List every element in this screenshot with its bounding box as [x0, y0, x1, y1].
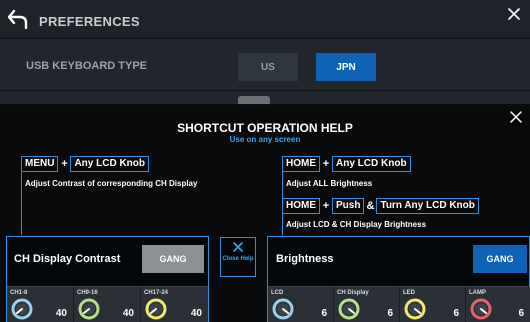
knob-ch9-16[interactable]: CH9-16 40 — [74, 287, 141, 322]
knob-icon — [404, 298, 426, 320]
shortcut-menu-knob: MENU + Any LCD Knob — [21, 156, 149, 172]
close-help-button[interactable]: Close Help — [220, 237, 256, 277]
knob-ch1-8[interactable]: CH1-8 40 — [7, 287, 74, 322]
push-key: Push — [332, 198, 365, 214]
knob-icon — [11, 298, 33, 320]
shortcut-bracket-left — [21, 164, 22, 235]
any-lcd-knob-key: Any LCD Knob — [70, 156, 149, 172]
knob-label: LED — [403, 290, 415, 296]
knob-label: CH17-24 — [144, 290, 169, 296]
back-arrow-icon[interactable] — [6, 6, 32, 32]
home-key: HOME — [282, 198, 320, 214]
ch-display-contrast-title: CH Display Contrast — [14, 253, 121, 265]
ampersand-sign: & — [366, 200, 375, 212]
knob-ch17-24[interactable]: CH17-24 40 — [141, 287, 208, 322]
brightness-knob-strip: LCD 6 CH Display 6 LED 6 LAMP 6 — [268, 286, 530, 322]
preferences-header: PREFERENCES — [0, 0, 530, 38]
knob-lcd[interactable]: LCD 6 — [268, 287, 334, 322]
home-key: HOME — [282, 156, 320, 172]
plus-sign: + — [322, 200, 330, 212]
knob-value: 40 — [190, 308, 202, 319]
turn-any-lcd-knob-key: Turn Any LCD Knob — [376, 198, 479, 214]
help-title: SHORTCUT OPERATION HELP — [177, 121, 353, 135]
knob-icon — [145, 298, 167, 320]
contrast-gang-button[interactable]: GANG — [142, 245, 204, 273]
page-title: PREFERENCES — [39, 14, 140, 29]
knob-label: CH9-16 — [77, 290, 98, 296]
knob-lamp[interactable]: LAMP 6 — [466, 287, 530, 322]
knob-value: 6 — [518, 308, 524, 319]
keyboard-option-jpn[interactable]: JPN — [316, 53, 376, 81]
menu-key: MENU — [21, 156, 59, 172]
knob-ch-display[interactable]: CH Display 6 — [334, 287, 400, 322]
close-help-label: Close Help — [222, 256, 254, 262]
shortcut-home-knob: HOME + Any LCD Knob — [282, 156, 411, 172]
shortcut-home-knob-desc: Adjust ALL Brightness — [286, 179, 373, 188]
knob-icon — [272, 298, 294, 320]
shortcut-menu-knob-desc: Adjust Contrast of corresponding CH Disp… — [25, 179, 198, 188]
usb-keyboard-type-row: USB KEYBOARD TYPE US JPN — [0, 38, 530, 90]
knob-value: 6 — [387, 308, 393, 319]
knob-label: LAMP — [469, 290, 486, 296]
brightness-gang-button[interactable]: GANG — [473, 245, 527, 273]
keyboard-option-us[interactable]: US — [238, 53, 298, 81]
knob-value: 40 — [55, 308, 67, 319]
knob-icon — [78, 298, 100, 320]
close-icon — [233, 242, 243, 252]
knob-value: 6 — [453, 308, 459, 319]
knob-icon — [470, 298, 492, 320]
knob-icon — [338, 298, 360, 320]
plus-sign: + — [322, 158, 330, 170]
shortcut-home-push-turn-desc: Adjust LCD & CH Display Brightness — [286, 220, 427, 229]
usb-keyboard-type-label: USB KEYBOARD TYPE — [26, 60, 148, 72]
knob-led[interactable]: LED 6 — [400, 287, 466, 322]
knob-label: CH Display — [337, 290, 369, 296]
knob-value: 40 — [122, 308, 134, 319]
contrast-knob-strip: CH1-8 40 CH9-16 40 CH17-24 40 — [7, 286, 208, 322]
close-preferences-icon[interactable] — [504, 4, 524, 24]
knob-label: LCD — [271, 290, 284, 296]
knob-value: 6 — [321, 308, 327, 319]
brightness-title: Brightness — [276, 253, 334, 265]
plus-sign: + — [61, 158, 68, 170]
any-lcd-knob-key: Any LCD Knob — [332, 156, 411, 172]
knob-label: CH1-8 — [10, 290, 28, 296]
help-subtitle: Use on any screen — [229, 135, 301, 144]
shortcut-home-push-turn: HOME + Push & Turn Any LCD Knob — [282, 198, 479, 214]
